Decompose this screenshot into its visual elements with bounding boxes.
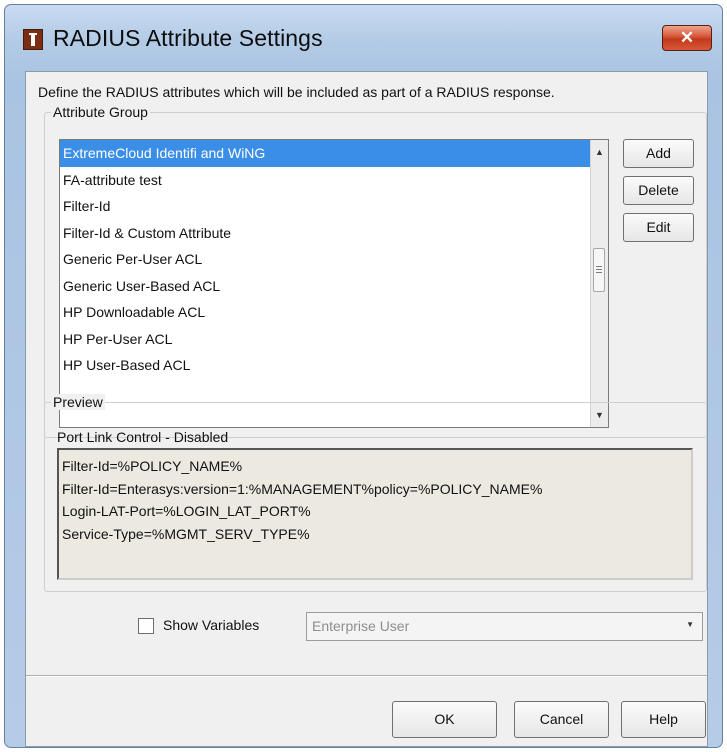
list-item[interactable]: HP Downloadable ACL bbox=[60, 299, 592, 326]
divider bbox=[26, 675, 707, 677]
add-button[interactable]: Add bbox=[623, 139, 694, 168]
list-item[interactable]: Generic User-Based ACL bbox=[60, 273, 592, 300]
show-variables-label[interactable]: Show Variables bbox=[163, 617, 259, 633]
list-item[interactable]: Filter-Id & Custom Attribute bbox=[60, 220, 592, 247]
title-bar[interactable]: RADIUS Attribute Settings ✕ bbox=[5, 5, 722, 71]
list-item[interactable]: HP Per-User ACL bbox=[60, 326, 592, 353]
dialog-window: RADIUS Attribute Settings ✕ Define the R… bbox=[4, 4, 723, 748]
dialog-body: Define the RADIUS attributes which will … bbox=[25, 71, 708, 747]
attribute-group-legend: Attribute Group bbox=[51, 104, 150, 120]
description-text: Define the RADIUS attributes which will … bbox=[38, 84, 555, 100]
select-value: Enterprise User bbox=[312, 618, 410, 634]
preview-line: Service-Type=%MGMT_SERV_TYPE% bbox=[62, 525, 310, 542]
preview-legend: Preview bbox=[51, 394, 105, 410]
grip-icon bbox=[596, 266, 602, 273]
list-item[interactable]: Generic Per-User ACL bbox=[60, 246, 592, 273]
list-item[interactable]: ExtremeCloud Identifi and WiNG bbox=[60, 140, 592, 167]
close-button[interactable]: ✕ bbox=[662, 25, 712, 51]
delete-button[interactable]: Delete bbox=[623, 176, 694, 205]
cancel-button[interactable]: Cancel bbox=[514, 701, 609, 738]
variable-type-select[interactable]: Enterprise User ▼ bbox=[306, 612, 703, 641]
preview-textarea[interactable]: Filter-Id=%POLICY_NAME% Filter-Id=Entera… bbox=[57, 448, 693, 580]
scroll-up-icon[interactable]: ▲ bbox=[591, 143, 608, 161]
window-title: RADIUS Attribute Settings bbox=[53, 25, 323, 51]
show-variables-checkbox[interactable] bbox=[138, 618, 154, 634]
app-icon bbox=[23, 29, 43, 50]
preview-line: Filter-Id=Enterasys:version=1:%MANAGEMEN… bbox=[62, 480, 543, 497]
help-button[interactable]: Help bbox=[621, 701, 706, 738]
ok-button[interactable]: OK bbox=[392, 701, 497, 738]
edit-button[interactable]: Edit bbox=[623, 213, 694, 242]
preview-line: Filter-Id=%POLICY_NAME% bbox=[62, 458, 243, 474]
preview-line: Login-LAT-Port=%LOGIN_LAT_PORT% bbox=[62, 503, 311, 519]
list-scrollbar[interactable]: ▲ ▼ bbox=[590, 140, 608, 427]
list-item[interactable]: FA-attribute test bbox=[60, 167, 592, 194]
list-item[interactable]: HP User-Based ACL bbox=[60, 352, 592, 379]
scrollbar-thumb[interactable] bbox=[593, 248, 605, 292]
preview-title: Port Link Control - Disabled bbox=[57, 429, 229, 445]
chevron-down-icon: ▼ bbox=[686, 620, 694, 629]
attribute-group-list[interactable]: ExtremeCloud Identifi and WiNG FA-attrib… bbox=[59, 139, 609, 428]
list-item[interactable]: Filter-Id bbox=[60, 193, 592, 220]
